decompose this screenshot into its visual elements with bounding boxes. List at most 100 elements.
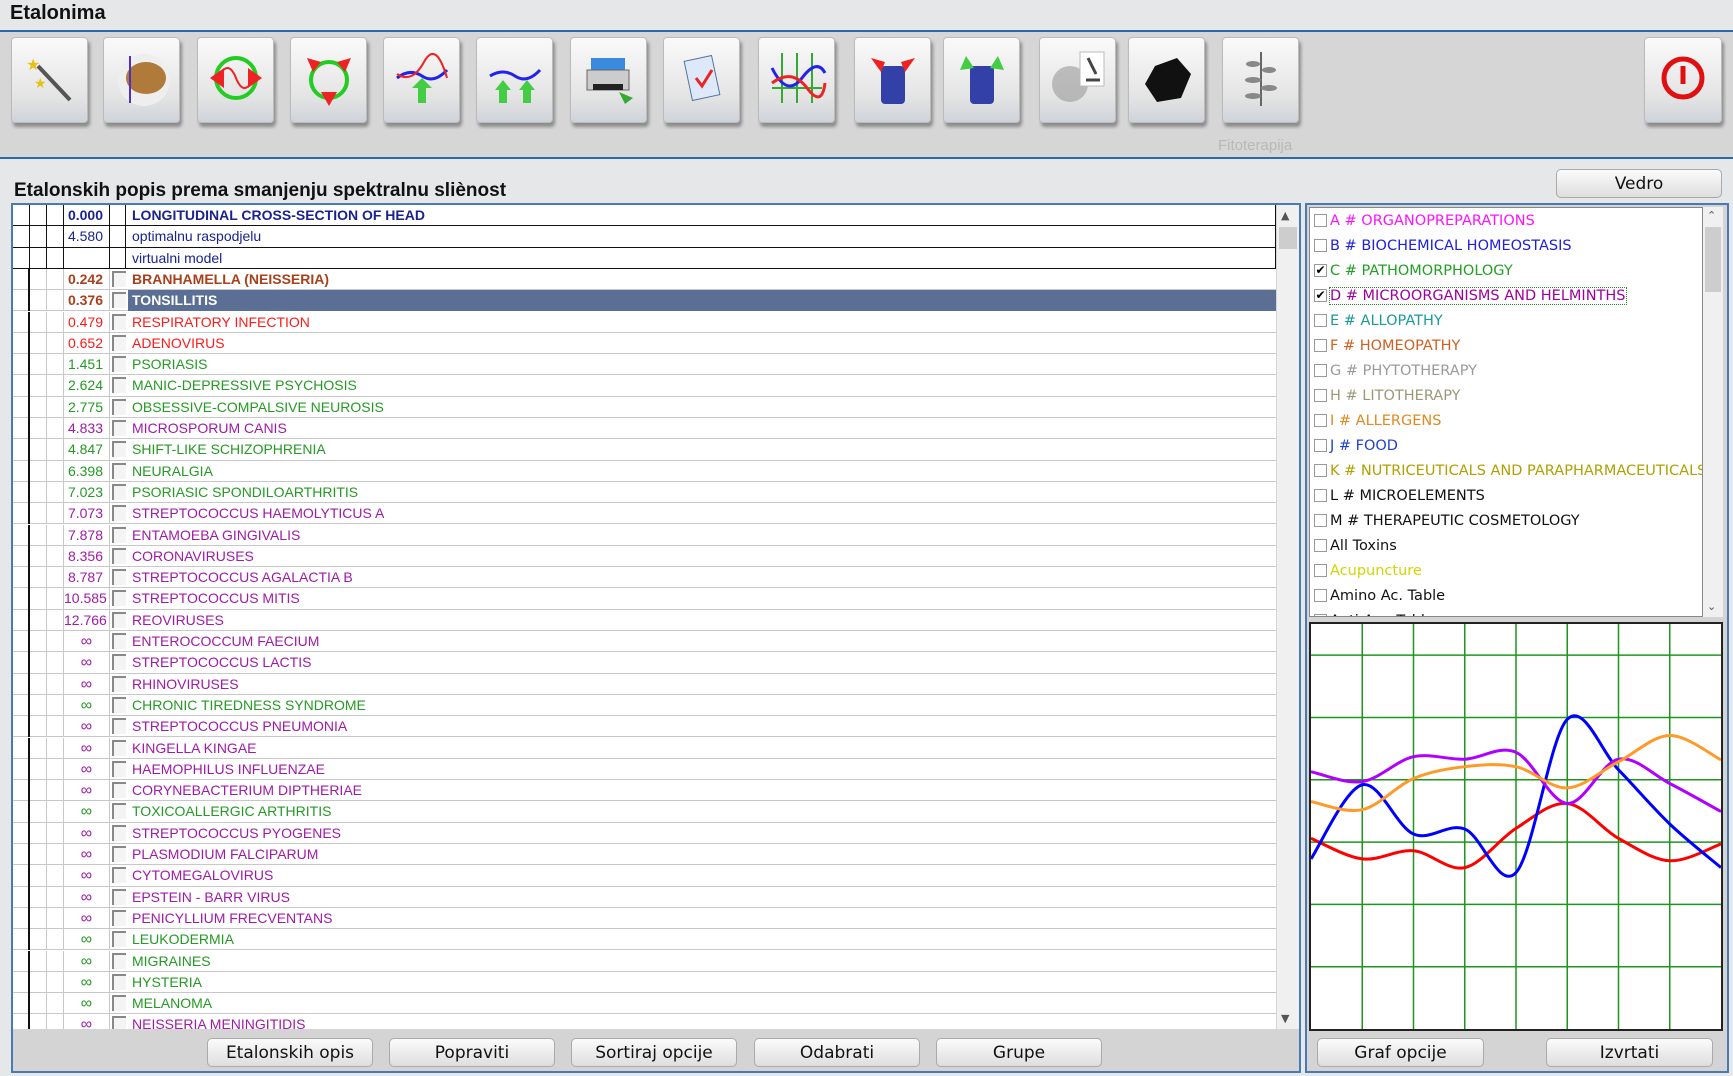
category-checkbox[interactable] [1314, 364, 1327, 377]
etalon-row[interactable]: 4.847 SHIFT-LIKE SCHIZOPHRENIA [13, 439, 1276, 461]
etalon-row[interactable]: 7.073 STREPTOCOCCUS HAEMOLYTICUS A [13, 503, 1276, 525]
row-checkbox[interactable] [110, 482, 126, 503]
category-checkbox[interactable] [1314, 514, 1327, 527]
row-checkbox[interactable] [110, 503, 126, 524]
etalon-row[interactable]: 8.356 CORONAVIRUSES [13, 545, 1276, 568]
etalon-row[interactable]: 1.451 PSORIASIS [13, 354, 1276, 376]
toolbar-button-printer[interactable] [570, 37, 647, 123]
etalon-row[interactable]: ∞ ENTEROCOCCUM FAECIUM [13, 631, 1276, 653]
row-checkbox[interactable] [110, 312, 126, 333]
row-checkbox[interactable] [110, 652, 126, 673]
category-checkbox[interactable] [1314, 339, 1327, 352]
toolbar-button-triple-arrows[interactable] [290, 37, 367, 123]
category-checkbox[interactable] [1314, 614, 1327, 616]
etalon-row[interactable]: ∞ NEISSERIA MENINGITIDIS [13, 1014, 1276, 1029]
category-checkbox[interactable] [1314, 414, 1327, 427]
category-item[interactable]: J # FOOD [1314, 433, 1398, 458]
etalon-row[interactable]: ∞ KINGELLA KINGAE [13, 737, 1276, 759]
category-checkbox[interactable] [1314, 314, 1327, 327]
toolbar-button-graph-double-up-arrow[interactable] [476, 37, 553, 123]
etalon-row[interactable]: 4.833 MICROSPORUM CANIS [13, 418, 1276, 440]
etalon-row[interactable]: ∞ PLASMODIUM FALCIPARUM [13, 844, 1276, 866]
etalon-row[interactable]: 8.787 STREPTOCOCCUS AGALACTIA B [13, 567, 1276, 589]
category-checkbox[interactable] [1314, 239, 1327, 252]
category-checkbox[interactable] [1314, 539, 1327, 552]
etalon-row[interactable]: ∞ EPSTEIN - BARR VIRUS [13, 886, 1276, 908]
etalon-list-scrollbar[interactable]: ▲ ▼ [1277, 205, 1299, 1029]
etalon-row[interactable]: ∞ LEUKODERMIA [13, 929, 1276, 951]
row-checkbox[interactable] [110, 738, 126, 759]
category-item[interactable]: K # NUTRICEUTICALS AND PARAPHARMACEUTICA… [1314, 458, 1702, 483]
category-checkbox[interactable] [1314, 464, 1327, 477]
toolbar-button-spectrum-graph[interactable] [758, 37, 835, 123]
etalon-row[interactable]: 0.652 ADENOVIRUS [13, 332, 1276, 355]
toolbar-button-brain-scan[interactable] [103, 37, 180, 123]
button-sortiraj-opcije[interactable]: Sortiraj opcije [571, 1038, 737, 1067]
row-checkbox[interactable] [110, 993, 126, 1014]
row-checkbox[interactable] [110, 716, 126, 737]
category-checkbox[interactable] [1314, 564, 1327, 577]
etalon-row[interactable]: ∞ TOXICOALLERGIC ARTHRITIS [13, 801, 1276, 823]
category-checkbox[interactable] [1314, 389, 1327, 402]
etalon-row[interactable]: 0.242 BRANHAMELLA (NEISSERIA) [13, 268, 1276, 291]
button-graf-opcije[interactable]: Graf opcije [1317, 1038, 1484, 1067]
category-checkbox[interactable]: ✔ [1314, 264, 1327, 277]
row-checkbox[interactable] [110, 823, 126, 844]
toolbar-button-graph-up-arrow[interactable] [383, 37, 460, 123]
category-checkbox[interactable] [1314, 589, 1327, 602]
category-item[interactable]: M # THERAPEUTIC COSMETOLOGY [1314, 508, 1580, 533]
row-checkbox[interactable] [110, 951, 126, 972]
row-checkbox[interactable] [110, 354, 126, 375]
etalon-row[interactable]: 12.766 REOVIRUSES [13, 609, 1276, 631]
row-checkbox[interactable] [110, 674, 126, 695]
etalon-row[interactable]: 4.580 optimalnu raspodjelu [13, 226, 1276, 248]
button-popraviti[interactable]: Popraviti [389, 1038, 555, 1067]
etalon-row[interactable]: ∞ STREPTOCOCCUS PNEUMONIA [13, 716, 1276, 738]
etalon-row[interactable]: 2.775 OBSESSIVE-COMPALSIVE NEUROSIS [13, 396, 1276, 418]
row-checkbox[interactable] [110, 695, 126, 716]
etalon-row[interactable]: 7.878 ENTAMOEBA GINGIVALIS [13, 524, 1276, 546]
vedro-button[interactable]: Vedro [1556, 169, 1722, 198]
category-item[interactable]: A # ORGANOPREPARATIONS [1314, 208, 1535, 233]
row-checkbox[interactable] [110, 865, 126, 886]
row-checkbox[interactable] [110, 461, 126, 482]
etalon-row[interactable]: 10.585 STREPTOCOCCUS MITIS [13, 588, 1276, 610]
row-checkbox[interactable] [110, 269, 126, 290]
etalon-row[interactable]: 0.376 TONSILLITIS [13, 290, 1276, 312]
etalon-row[interactable]: ∞ HYSTERIA [13, 971, 1276, 994]
etalon-row[interactable]: 7.023 PSORIASIC SPONDILOARTHRITIS [13, 481, 1276, 504]
toolbar-button-clipboard-check[interactable] [663, 37, 740, 123]
category-item[interactable]: E # ALLOPATHY [1314, 308, 1443, 333]
category-checkbox[interactable] [1314, 489, 1327, 502]
category-checkbox[interactable]: ✔ [1314, 289, 1327, 302]
button-grupe[interactable]: Grupe [936, 1038, 1102, 1067]
row-checkbox[interactable] [110, 801, 126, 822]
category-item[interactable]: Acupuncture [1314, 558, 1422, 583]
etalon-row[interactable]: 0.000 LONGITUDINAL CROSS-SECTION OF HEAD [13, 205, 1276, 227]
etalon-row[interactable]: ∞ HAEMOPHILUS INFLUENZAE [13, 758, 1276, 781]
category-item[interactable]: All Toxins [1314, 533, 1397, 558]
row-checkbox[interactable] [110, 631, 126, 652]
category-item[interactable]: ✔ D # MICROORGANISMS AND HELMINTHS [1314, 283, 1627, 308]
etalon-row[interactable]: ∞ PENICYLLIUM FRECVENTANS [13, 907, 1276, 930]
toolbar-button-circle-arrows[interactable] [197, 37, 274, 123]
etalon-row[interactable]: ∞ STREPTOCOCCUS LACTIS [13, 652, 1276, 674]
toolbar-button-magic-wand[interactable]: ★ ★ [11, 37, 88, 123]
row-checkbox[interactable] [110, 780, 126, 801]
category-list-scrollbar[interactable]: ⌃ ⌄ [1703, 207, 1723, 617]
category-item[interactable]: Anti-Age Table [1314, 608, 1434, 616]
row-checkbox[interactable] [110, 908, 126, 929]
etalon-row[interactable]: ∞ STREPTOCOCCUS PYOGENES [13, 822, 1276, 844]
power-button[interactable] [1644, 37, 1722, 123]
etalon-row[interactable]: virtualni model [13, 247, 1276, 269]
etalon-row[interactable]: 6.398 NEURALGIA [13, 460, 1276, 482]
toolbar-button-beaker-red-arrows[interactable] [854, 37, 931, 123]
row-checkbox[interactable] [110, 397, 126, 418]
category-checkbox[interactable] [1314, 439, 1327, 452]
category-item[interactable]: ✔ C # PATHOMORPHOLOGY [1314, 258, 1513, 283]
row-checkbox[interactable] [110, 418, 126, 439]
row-checkbox[interactable] [110, 375, 126, 396]
row-checkbox[interactable] [110, 290, 126, 311]
category-item[interactable]: B # BIOCHEMICAL HOMEOSTASIS [1314, 233, 1572, 258]
category-item[interactable]: G # PHYTOTHERAPY [1314, 358, 1477, 383]
